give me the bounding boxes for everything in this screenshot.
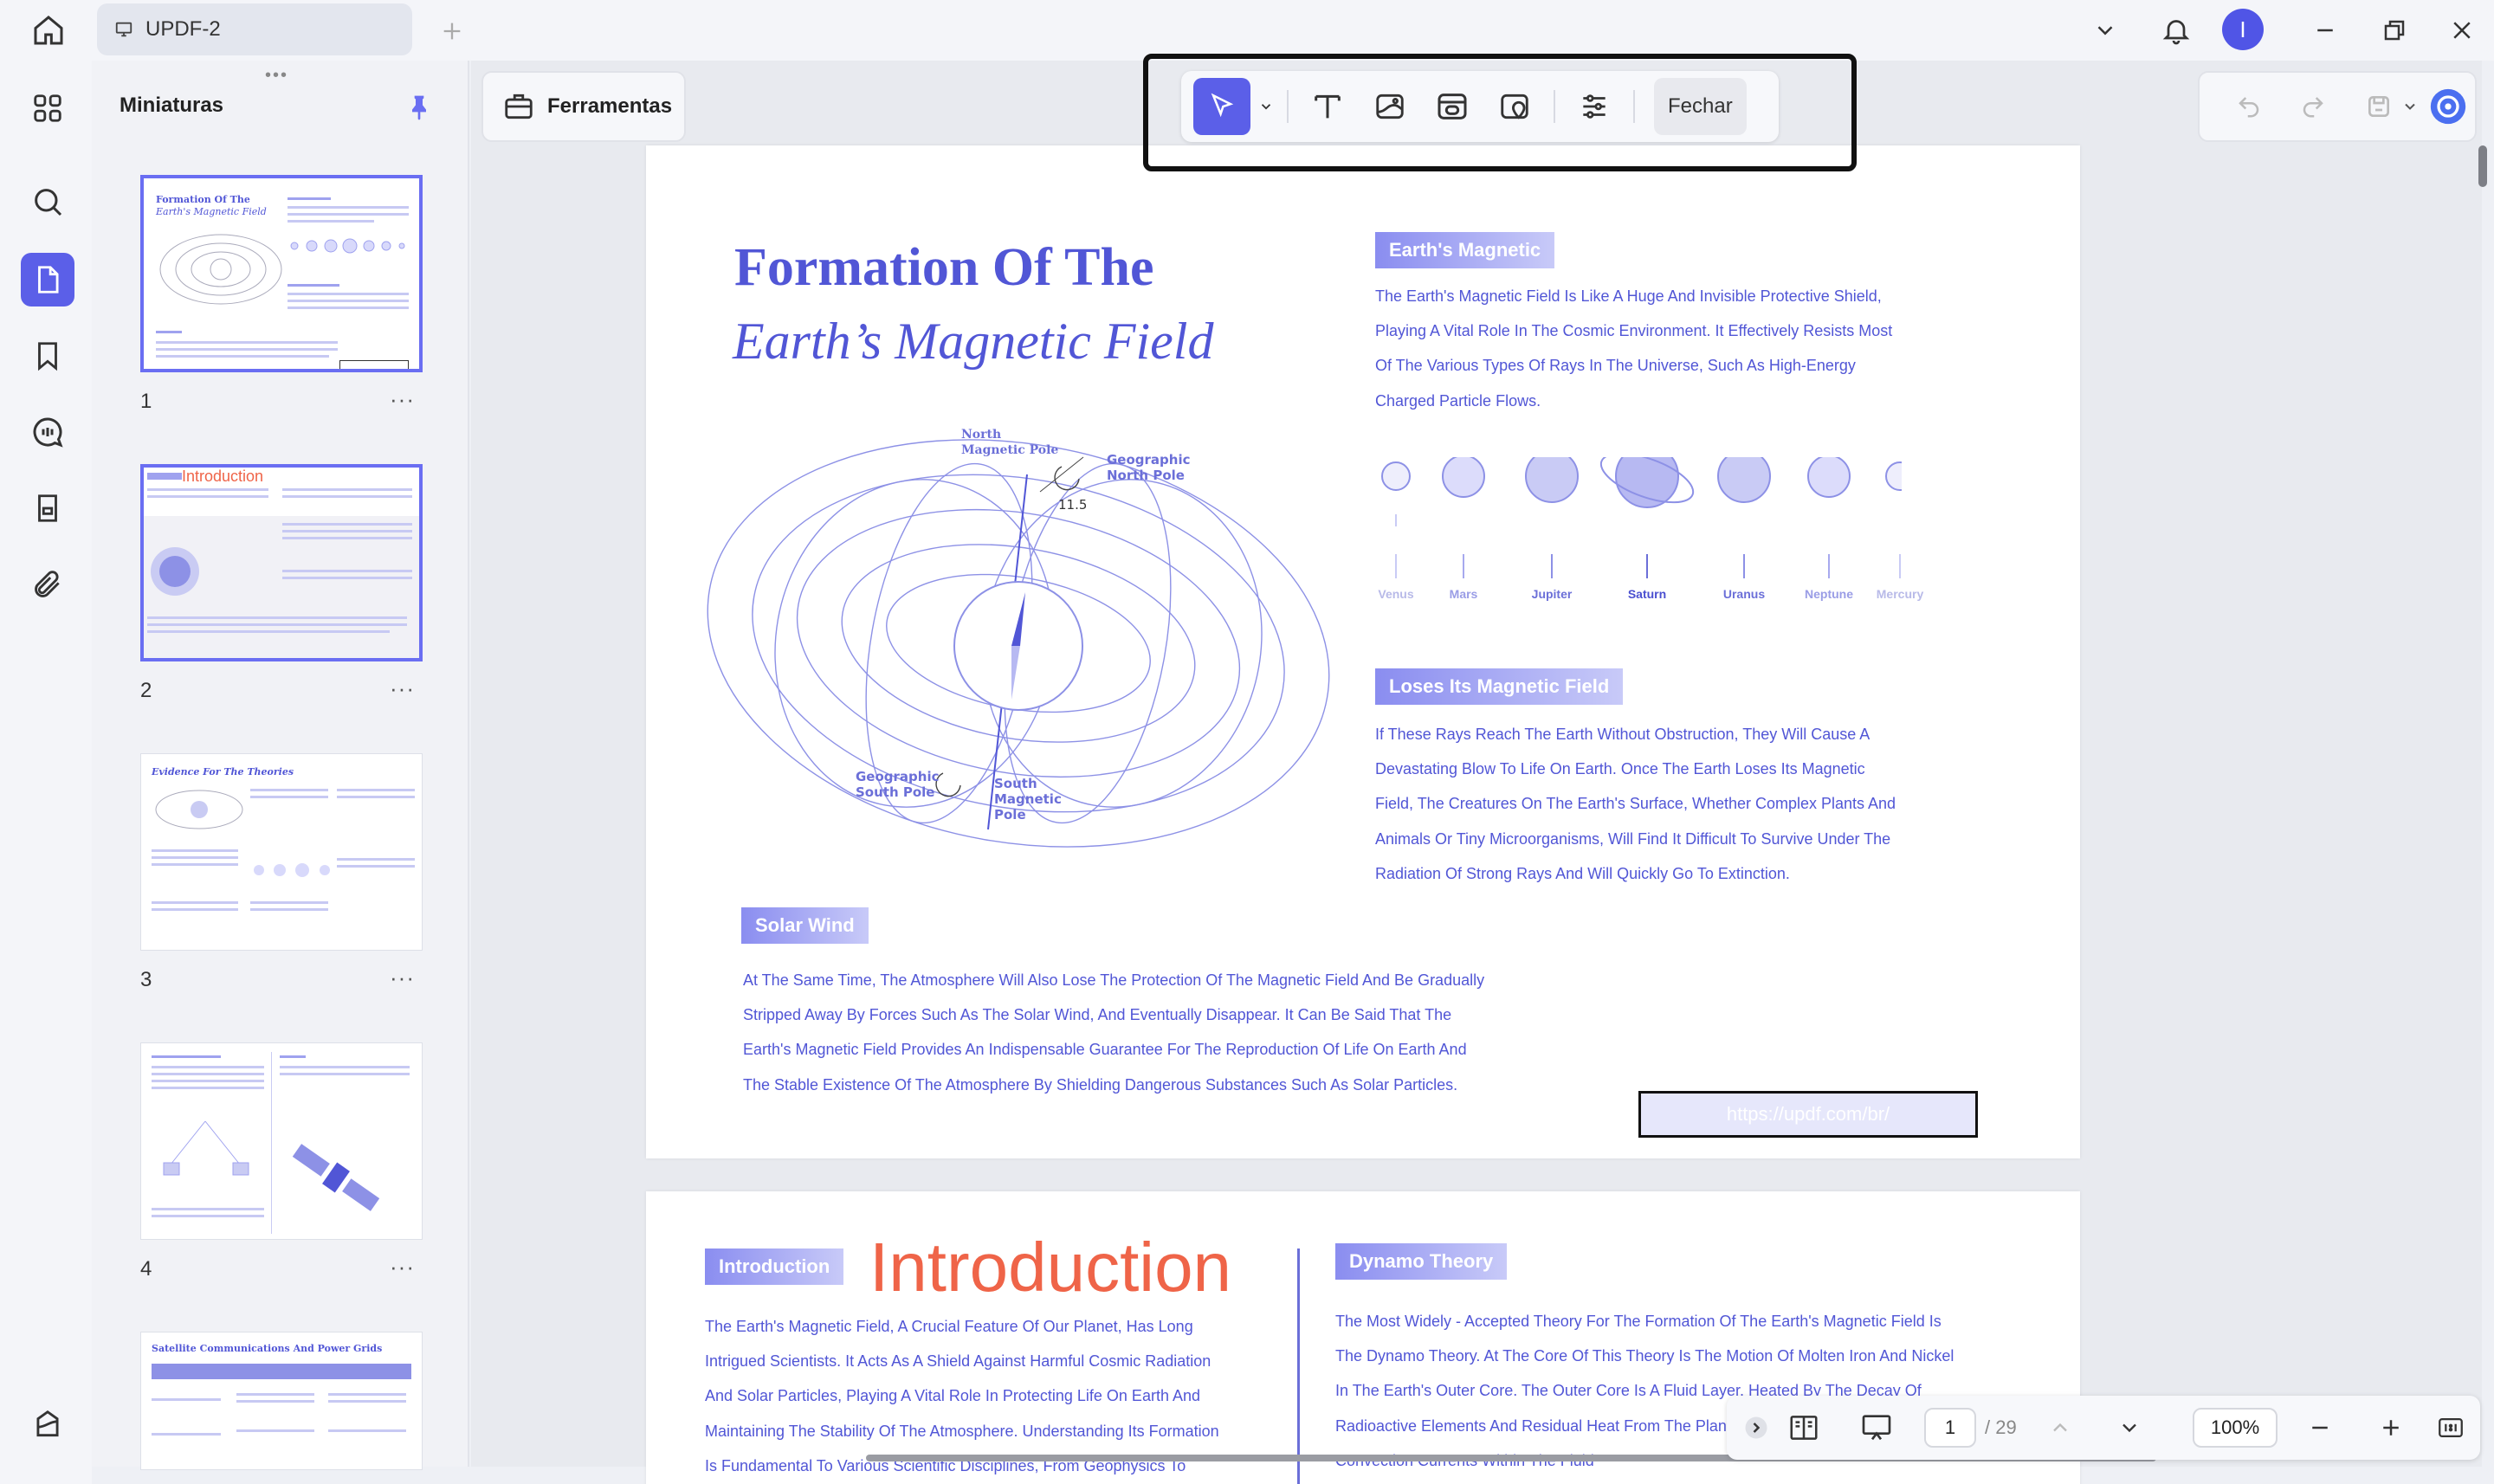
- restore-icon[interactable]: [2373, 9, 2416, 52]
- next-page-icon[interactable]: [2108, 1406, 2151, 1449]
- thumbnail-page-2[interactable]: Introduction: [140, 464, 423, 661]
- earth-magnetic-text: The Earth's Magnetic Field Is Like A Hug…: [1375, 287, 1893, 410]
- svg-text:Pole: Pole: [994, 807, 1026, 823]
- user-avatar[interactable]: I: [2222, 9, 2264, 50]
- thumbnail-more-icon[interactable]: ···: [390, 965, 415, 991]
- monitor-icon: [115, 22, 132, 37]
- thumbnails-page-icon[interactable]: [21, 253, 74, 306]
- close-edit-button[interactable]: Fechar: [1654, 78, 1747, 135]
- undo-icon[interactable]: [2227, 85, 2271, 128]
- svg-text:Magnetic Pole: Magnetic Pole: [961, 443, 1058, 457]
- search-icon[interactable]: [21, 175, 74, 229]
- pdf-page-1: Formation Of The Earth’s Magnetic Field …: [646, 145, 2080, 1158]
- thumbnail-page-4[interactable]: [140, 1042, 423, 1240]
- thumbnail-more-icon[interactable]: ···: [390, 1254, 415, 1281]
- pin-icon[interactable]: [402, 90, 436, 125]
- edit-toolbar: Fechar: [1181, 71, 1779, 142]
- location-link-button[interactable]: [1486, 78, 1543, 135]
- edit-settings-button[interactable]: [1566, 78, 1623, 135]
- svg-text:North: North: [961, 428, 1001, 442]
- chevron-down-icon[interactable]: [1256, 78, 1276, 135]
- svg-text:North Pole: North Pole: [1107, 468, 1185, 483]
- add-link-button[interactable]: [1424, 78, 1481, 135]
- page-title-line2: Earth’s Magnetic Field: [733, 313, 1214, 370]
- page-total: / 29: [1985, 1416, 2017, 1438]
- cursor-icon: [1211, 93, 1234, 118]
- sidebar-settings-icon[interactable]: [21, 1397, 74, 1451]
- zoom-out-icon[interactable]: [2298, 1406, 2342, 1449]
- page-number-input[interactable]: 1: [1924, 1408, 1976, 1448]
- comment-icon[interactable]: [21, 405, 74, 459]
- text-icon: [1315, 94, 1341, 119]
- svg-text:Geographic: Geographic: [856, 769, 940, 784]
- chevron-down-icon[interactable]: [2397, 85, 2423, 128]
- save-icon[interactable]: [2357, 85, 2400, 128]
- prev-page-icon[interactable]: [2038, 1406, 2082, 1449]
- minimize-icon[interactable]: [2303, 9, 2347, 52]
- solar-wind-heading: Solar Wind: [741, 907, 869, 944]
- svg-text:11.5: 11.5: [1058, 497, 1087, 513]
- select-cursor-button[interactable]: [1193, 78, 1250, 135]
- thumbnail-page-5[interactable]: Satellite Communications And Power Grids: [140, 1332, 423, 1470]
- toolbox-icon: [505, 94, 533, 119]
- intro-heading: Introduction: [705, 1248, 844, 1285]
- ai-assistant-icon[interactable]: [2426, 85, 2470, 128]
- loses-magnetic-text: If These Rays Reach The Earth Without Ob…: [1375, 726, 1896, 882]
- page-title-line1: Formation Of The: [734, 238, 1154, 297]
- image-icon: [1376, 94, 1404, 119]
- thumbnails-title: Miniaturas: [120, 94, 224, 117]
- title-bar: UPDF-2 I: [0, 0, 2494, 61]
- thumbnails-panel: ••• Miniaturas Formation Of The Earth's …: [92, 61, 469, 1470]
- earth-magnetic-heading: Earth's Magnetic: [1375, 232, 1555, 268]
- svg-text:Geographic: Geographic: [1107, 452, 1191, 468]
- thumbnail-more-icon[interactable]: ···: [390, 675, 415, 702]
- magnetic-field-diagram: 11.5 North Magnetic Pole Geographic Nort…: [707, 428, 1330, 848]
- zoom-in-icon[interactable]: [2369, 1406, 2413, 1449]
- tools-button[interactable]: Ferramentas: [481, 71, 686, 142]
- redo-icon[interactable]: [2291, 85, 2335, 128]
- collapse-nav-icon[interactable]: [1739, 1406, 1774, 1449]
- page-layout-icon[interactable]: [1782, 1406, 1825, 1449]
- bookmark-icon[interactable]: [21, 329, 74, 383]
- left-rail: [0, 61, 92, 1484]
- tab-title: UPDF-2: [145, 17, 221, 41]
- planet-markers: [1395, 554, 1901, 578]
- document-tab[interactable]: UPDF-2: [97, 3, 412, 55]
- thumbnail-page-1[interactable]: Formation Of The Earth's Magnetic Field: [140, 175, 423, 372]
- loses-magnetic-heading: Loses Its Magnetic Field: [1375, 668, 1624, 705]
- intro-title: Introduction: [869, 1229, 1232, 1306]
- panel-drag-handle[interactable]: •••: [265, 66, 288, 86]
- zoom-level[interactable]: 100%: [2193, 1408, 2278, 1448]
- history-toolbar: [2198, 71, 2477, 142]
- attachment-icon[interactable]: [21, 558, 74, 611]
- svg-text:South: South: [994, 776, 1037, 791]
- sliders-icon: [1583, 94, 1606, 119]
- chevron-down-icon[interactable]: [2084, 9, 2127, 52]
- location-pin-icon: [1501, 94, 1528, 119]
- apps-grid-icon[interactable]: [21, 81, 74, 135]
- add-text-button[interactable]: [1299, 78, 1356, 135]
- actual-size-icon[interactable]: [2432, 1406, 2470, 1449]
- form-icon[interactable]: [21, 481, 74, 535]
- svg-text:South Pole: South Pole: [856, 784, 934, 800]
- presentation-icon[interactable]: [1855, 1406, 1898, 1449]
- solar-wind-text: At The Same Time, The Atmosphere Will Al…: [743, 971, 1485, 1094]
- bell-icon[interactable]: [2155, 9, 2198, 52]
- thumbnail-page-3[interactable]: Evidence For The Theories: [140, 753, 423, 951]
- link-icon: [1438, 94, 1467, 119]
- vertical-scrollbar[interactable]: [2478, 145, 2487, 187]
- home-icon[interactable]: [26, 12, 71, 48]
- new-tab-plus-icon[interactable]: [433, 12, 471, 50]
- column-divider: [1297, 1248, 1300, 1484]
- svg-text:Magnetic: Magnetic: [994, 791, 1062, 807]
- link-annotation[interactable]: https://updf.com/br/: [1638, 1091, 1978, 1138]
- add-image-button[interactable]: [1361, 78, 1418, 135]
- planets-row: [1381, 457, 1902, 526]
- dynamo-heading: Dynamo Theory: [1335, 1243, 1508, 1280]
- thumbnail-more-icon[interactable]: ···: [390, 386, 415, 413]
- page-navigation-bar: 1 / 29 100%: [1727, 1396, 2480, 1460]
- close-window-icon[interactable]: [2440, 9, 2484, 52]
